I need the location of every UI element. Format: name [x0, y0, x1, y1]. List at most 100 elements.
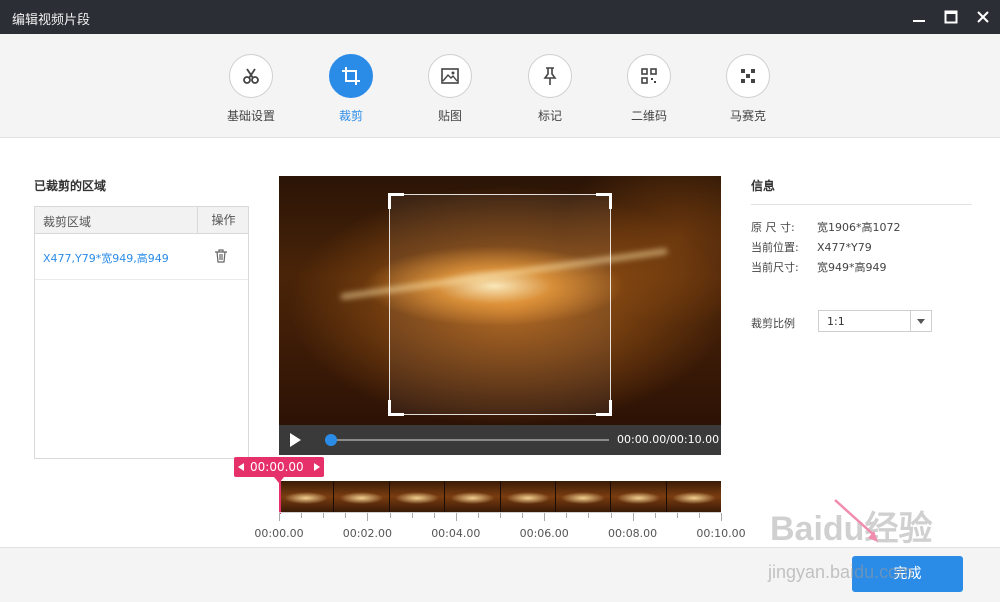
timeline-frame [445, 481, 501, 512]
minimize-icon [913, 20, 925, 22]
ruler-tick [676, 513, 678, 518]
ruler-tick-label: 00:04.00 [431, 527, 481, 540]
crop-ratio-select[interactable]: 1:1 [818, 310, 932, 332]
ruler-tick-label: 00:00.00 [254, 527, 304, 540]
timeline-ruler [279, 512, 722, 521]
mosaic-icon [741, 69, 755, 83]
ruler-tick-label: 00:06.00 [519, 527, 569, 540]
ruler-tick [367, 513, 369, 521]
ruler-tick [566, 513, 568, 518]
info-key: 原 尺 寸: [751, 221, 795, 234]
chevron-down-icon [917, 318, 925, 324]
cropped-list-heading: 已裁剪的区域 [34, 179, 107, 193]
crop-handle-top-right[interactable] [596, 193, 612, 209]
window-title: 编辑视频片段 [12, 13, 91, 28]
ruler-tick [323, 513, 325, 518]
delete-region-button[interactable] [214, 249, 230, 265]
crop-handle-top-left[interactable] [388, 193, 404, 209]
player-timecode: 00:00.00/00:10.00 [617, 433, 720, 446]
close-button[interactable] [966, 0, 1000, 34]
maximize-icon [944, 10, 958, 24]
qrcode-icon [641, 68, 657, 84]
tab-label: 裁剪 [338, 109, 363, 123]
crop-ratio-label: 裁剪比例 [751, 317, 795, 330]
column-header-region: 裁剪区域 [43, 215, 92, 229]
tab-icon-circle [329, 54, 373, 98]
tab-mosaic[interactable]: 马赛克 [708, 54, 788, 134]
info-key: 当前位置: [751, 241, 799, 254]
progress-bar[interactable] [325, 434, 609, 446]
timeline-frame [334, 481, 390, 512]
title-bar: 编辑视频片段 [0, 0, 1000, 34]
tab-icon-circle [528, 54, 572, 98]
baidu-watermark: Baidu经验 jingyan.baidu.com [767, 499, 932, 582]
image-icon [441, 68, 459, 84]
ruler-tick [588, 513, 590, 518]
ruler-tick [279, 513, 280, 521]
ruler-tick [544, 513, 546, 521]
tab-label: 贴图 [437, 109, 462, 123]
crop-selection-box[interactable] [388, 193, 612, 416]
tab-icon-circle [627, 54, 671, 98]
ruler-tick [721, 513, 722, 521]
tab-icon-circle [428, 54, 472, 98]
ruler-tick [345, 513, 347, 518]
tab-sticker[interactable]: 贴图 [410, 54, 490, 134]
timeline-frame [666, 481, 721, 512]
video-preview [279, 176, 721, 425]
crop-handle-bottom-left[interactable] [388, 400, 404, 416]
ruler-tick [411, 513, 413, 518]
timeline-frame [611, 481, 667, 512]
step-forward-button[interactable] [310, 457, 324, 477]
timeline-frame [500, 481, 556, 512]
cropped-region-list: 裁剪区域 操作 X477,Y79*宽949,高949 [34, 206, 249, 459]
timeline-frame [279, 481, 335, 512]
info-original-size: 原 尺 寸: 宽1906*高1072 [751, 219, 901, 235]
ruler-tick [610, 513, 612, 518]
crop-handle-bottom-right[interactable] [596, 400, 612, 416]
play-button[interactable] [287, 432, 303, 448]
crop-icon [342, 67, 360, 85]
list-item[interactable]: X477,Y79*宽949,高949 [35, 234, 248, 280]
maximize-button[interactable] [934, 0, 968, 34]
timeline-playhead[interactable] [279, 478, 281, 514]
ruler-tick [654, 513, 656, 518]
triangle-right-icon [314, 463, 320, 471]
tab-basic-settings[interactable]: 基础设置 [211, 54, 291, 134]
timeline-frame [389, 481, 446, 512]
minimize-button[interactable] [902, 0, 936, 34]
ruler-tick-label: 00:10.00 [696, 527, 746, 540]
info-value: 宽1906*高1072 [817, 221, 901, 234]
tab-mark[interactable]: 标记 [510, 54, 590, 134]
ruler-tick [500, 513, 501, 518]
ruler-tick-label: 00:02.00 [342, 527, 392, 540]
info-divider [751, 204, 972, 205]
ruler-tick [433, 513, 435, 518]
tab-icon-circle [229, 54, 273, 98]
step-back-button[interactable] [234, 457, 248, 477]
tab-qrcode[interactable]: 二维码 [609, 54, 689, 134]
progress-knob[interactable] [325, 434, 337, 446]
info-value: X477*Y79 [817, 241, 872, 254]
info-key: 当前尺寸: [751, 261, 799, 274]
pin-icon [543, 67, 557, 85]
info-value: 宽949*高949 [817, 261, 887, 274]
ruler-tick [522, 513, 524, 518]
ruler-tick-label: 00:08.00 [607, 527, 658, 540]
trash-icon [215, 249, 227, 263]
tab-icon-circle [726, 54, 770, 98]
ruler-tick [477, 513, 479, 518]
cropped-region-value[interactable]: X477,Y79*宽949,高949 [43, 250, 169, 266]
tab-label: 基础设置 [226, 109, 275, 123]
info-current-size: 当前尺寸: 宽949*高949 [751, 259, 887, 275]
ruler-tick [455, 513, 457, 521]
current-time-marker[interactable]: 00:00.00 [234, 457, 324, 483]
watermark-subtext: jingyan.baidu.com [767, 562, 913, 582]
list-header: 裁剪区域 操作 [35, 207, 248, 234]
tab-label: 标记 [537, 109, 562, 123]
ruler-tick [301, 513, 303, 518]
dropdown-button[interactable] [910, 311, 931, 331]
timeline-filmstrip[interactable] [279, 481, 721, 512]
tab-crop[interactable]: 裁剪 [311, 54, 391, 134]
ruler-tick [632, 513, 634, 521]
